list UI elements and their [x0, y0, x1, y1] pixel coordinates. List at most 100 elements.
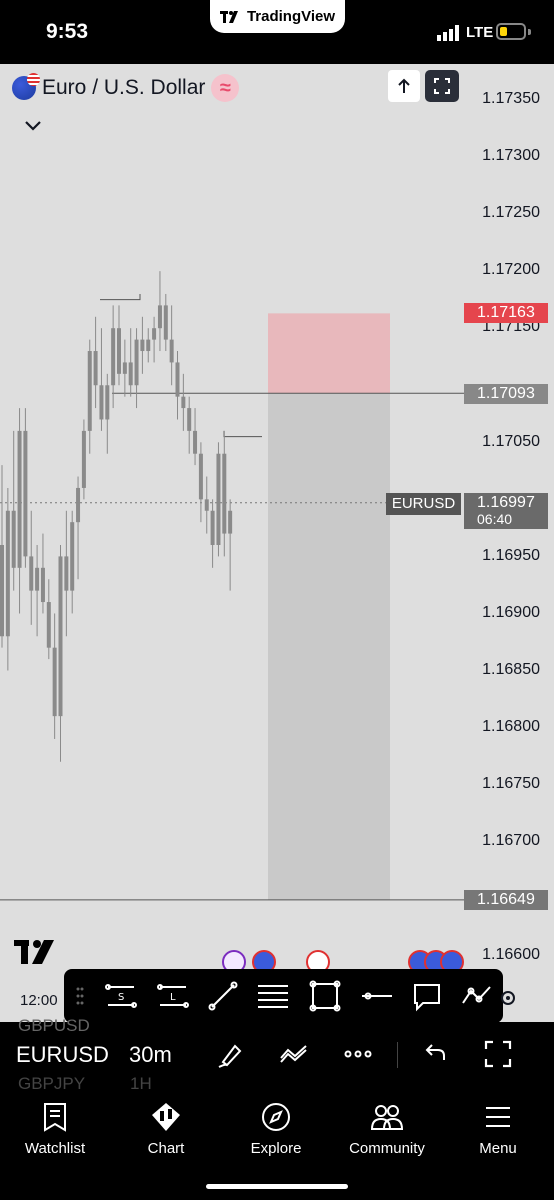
candle-body	[46, 602, 51, 648]
nav-watchlist[interactable]: Watchlist	[0, 1098, 110, 1157]
candle-body	[122, 362, 127, 374]
trend-line-icon[interactable]	[206, 979, 240, 1013]
nav-community-label: Community	[349, 1140, 425, 1157]
candle-body	[35, 567, 40, 591]
fullscreen-button[interactable]	[425, 70, 459, 102]
level-marker	[223, 430, 262, 438]
price-axis-label: 1.16950	[482, 547, 540, 564]
candle-body	[29, 556, 34, 591]
ghost-watchlist-tf: 1H	[130, 1074, 152, 1093]
entry-price-tag[interactable]: 1.17093	[464, 384, 548, 404]
chart-icon	[152, 1103, 180, 1131]
symbol-title: Euro / U.S. Dollar	[42, 76, 206, 99]
candle-body	[81, 430, 86, 488]
svg-text:S: S	[118, 992, 124, 1003]
chart-area[interactable]: Euro / U.S. Dollar ≈ 1.17350 1.17300 1.1…	[0, 64, 554, 1022]
candle-body	[222, 453, 227, 534]
watchlist-icon	[44, 1103, 66, 1132]
community-icon	[370, 1105, 404, 1130]
nav-menu-label: Menu	[479, 1140, 517, 1157]
comment-icon[interactable]	[410, 979, 444, 1013]
drag-handle-icon[interactable]	[76, 986, 84, 1006]
drawing-toolbar: S L	[64, 969, 503, 1022]
nav-community[interactable]: Community	[332, 1098, 442, 1157]
eur-usd-flag-icon	[12, 73, 40, 100]
ghost-watchlist-symbol: GBPUSD	[18, 1016, 90, 1035]
settings-gear-icon[interactable]	[498, 988, 518, 1008]
nav-explore[interactable]: Explore	[221, 1098, 331, 1157]
price-axis-label: 1.17350	[482, 90, 540, 107]
candle-body	[105, 385, 110, 420]
time-axis-label: 12:00	[20, 992, 58, 1009]
price-chart[interactable]	[0, 64, 554, 1022]
candle-body	[181, 396, 186, 409]
tradingview-watermark-icon	[14, 940, 54, 964]
symbol-header[interactable]: Euro / U.S. Dollar ≈	[12, 73, 240, 102]
status-time: 9:53	[46, 20, 89, 43]
horizontal-line-icon[interactable]	[360, 979, 394, 1013]
candle-body	[117, 328, 121, 374]
candle-body	[0, 544, 4, 637]
rectangle-icon[interactable]	[308, 979, 342, 1013]
stop-loss-price-tag[interactable]: 1.17163	[464, 303, 548, 323]
long-position-icon[interactable]: L	[156, 979, 190, 1013]
scroll-up-button[interactable]	[388, 70, 420, 102]
more-icon[interactable]	[342, 1038, 374, 1070]
candle-body	[134, 339, 139, 386]
fullscreen-icon	[434, 78, 450, 94]
support-line-icon[interactable]: S	[104, 979, 138, 1013]
candle-body	[198, 453, 203, 500]
current-price: 1.16997	[477, 494, 535, 511]
timeframe-selector[interactable]: 30m	[129, 1042, 172, 1068]
path-icon[interactable]	[460, 979, 494, 1013]
chevron-down-icon[interactable]	[24, 118, 42, 132]
price-axis-label: 1.16600	[482, 946, 540, 963]
candle-body	[23, 430, 28, 557]
candle-body	[216, 453, 221, 545]
tradingview-pill[interactable]: TradingView	[210, 0, 345, 33]
price-axis-label: 1.17250	[482, 204, 540, 221]
candle-body	[187, 408, 192, 431]
nav-watchlist-label: Watchlist	[24, 1140, 86, 1157]
indicators-icon[interactable]	[278, 1038, 310, 1070]
divider	[397, 1042, 398, 1068]
candle-body	[5, 510, 10, 637]
candle-body	[210, 510, 215, 545]
price-axis-label: 1.17300	[482, 147, 540, 164]
price-axis-label: 1.16900	[482, 604, 540, 621]
fullscreen-icon[interactable]	[482, 1038, 514, 1070]
tradingview-pill-label: TradingView	[246, 8, 336, 25]
nav-menu[interactable]: Menu	[443, 1098, 553, 1157]
undo-icon[interactable]	[418, 1038, 450, 1070]
nav-chart-label: Chart	[147, 1140, 185, 1157]
candle-body	[87, 351, 92, 431]
bar-countdown: 06:40	[477, 511, 513, 527]
compass-icon	[262, 1103, 290, 1131]
take-profit-price-tag[interactable]: 1.16649	[464, 890, 548, 910]
wave-icon[interactable]: ≈	[211, 74, 240, 102]
candle-body	[175, 362, 180, 397]
take-profit-zone	[268, 393, 390, 900]
candle-body	[111, 328, 116, 386]
price-axis-label: 1.16700	[482, 832, 540, 849]
battery-icon	[496, 23, 531, 40]
stop-loss-zone	[268, 313, 390, 394]
level-marker	[100, 293, 141, 301]
candle-body	[99, 385, 104, 420]
candle-body	[146, 339, 151, 352]
arrow-up-icon	[398, 78, 410, 93]
candle-body	[169, 339, 174, 363]
candle-body	[76, 487, 81, 523]
current-price-tag: 1.16997 06:40	[464, 493, 548, 529]
symbol-selector[interactable]: EURUSD	[16, 1042, 109, 1068]
svg-text:L: L	[170, 992, 176, 1003]
candle-body	[152, 328, 157, 340]
brush-icon[interactable]	[215, 1038, 247, 1070]
price-axis-label: 1.16850	[482, 661, 540, 678]
candle-body	[193, 430, 198, 454]
nav-chart[interactable]: Chart	[111, 1098, 221, 1157]
fib-lines-icon[interactable]	[256, 979, 290, 1013]
home-indicator[interactable]	[206, 1184, 348, 1189]
menu-icon	[486, 1107, 510, 1127]
candle-body	[52, 647, 57, 717]
